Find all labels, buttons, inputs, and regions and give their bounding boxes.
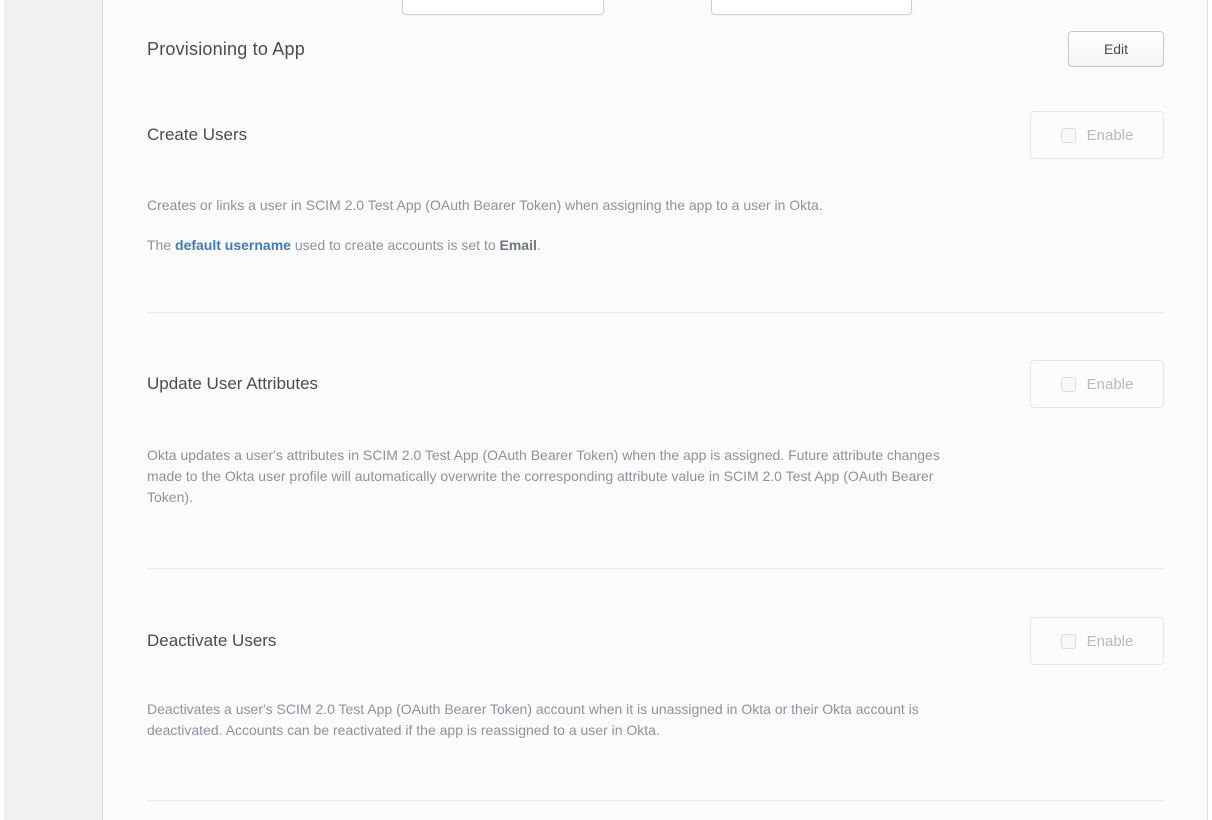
section-update-user-attributes: Update User Attributes Enable Okta updat…	[147, 360, 1164, 569]
page-layout: Provisioning to App Edit Create Users En…	[0, 0, 1212, 820]
username-value: Email	[500, 237, 537, 253]
username-line-prefix: The	[147, 237, 175, 253]
section-description: Okta updates a user's attributes in SCIM…	[147, 445, 1162, 508]
section-deactivate-users: Deactivate Users Enable Deactivates a us…	[147, 617, 1164, 801]
section-description: Deactivates a user's SCIM 2.0 Test App (…	[147, 699, 1162, 741]
enable-toggle-create-users[interactable]: Enable	[1030, 111, 1164, 159]
section-divider	[147, 800, 1164, 801]
default-username-line: The default username used to create acco…	[147, 235, 1164, 256]
section-divider	[147, 312, 1164, 313]
username-line-middle: used to create accounts is set to	[291, 237, 500, 253]
edit-button[interactable]: Edit	[1068, 31, 1164, 67]
enable-checkbox[interactable]	[1061, 377, 1076, 392]
enable-checkbox[interactable]	[1061, 634, 1076, 649]
section-divider	[147, 568, 1164, 569]
section-head: Create Users Enable	[147, 111, 1164, 159]
default-username-link[interactable]: default username	[175, 237, 291, 253]
panel-header: Provisioning to App Edit	[147, 30, 1164, 68]
section-title: Deactivate Users	[147, 631, 276, 651]
section-head: Deactivate Users Enable	[147, 617, 1164, 665]
username-line-suffix: .	[537, 237, 541, 253]
cutoff-dropdown-right[interactable]	[711, 0, 912, 15]
enable-label: Enable	[1087, 376, 1134, 393]
enable-checkbox[interactable]	[1061, 128, 1076, 143]
section-head: Update User Attributes Enable	[147, 360, 1164, 408]
section-title: Update User Attributes	[147, 374, 318, 394]
enable-toggle-deactivate-users[interactable]: Enable	[1030, 617, 1164, 665]
page-title: Provisioning to App	[147, 39, 305, 60]
left-sidebar	[4, 0, 103, 820]
provisioning-panel: Provisioning to App Edit Create Users En…	[103, 0, 1208, 820]
enable-label: Enable	[1087, 127, 1134, 144]
enable-toggle-update-user-attributes[interactable]: Enable	[1030, 360, 1164, 408]
cutoff-dropdown-left[interactable]	[402, 0, 604, 15]
section-create-users: Create Users Enable Creates or links a u…	[147, 111, 1164, 313]
section-title: Create Users	[147, 125, 247, 145]
enable-label: Enable	[1087, 633, 1134, 650]
section-description: Creates or links a user in SCIM 2.0 Test…	[147, 195, 1162, 216]
right-gutter	[1208, 0, 1212, 820]
